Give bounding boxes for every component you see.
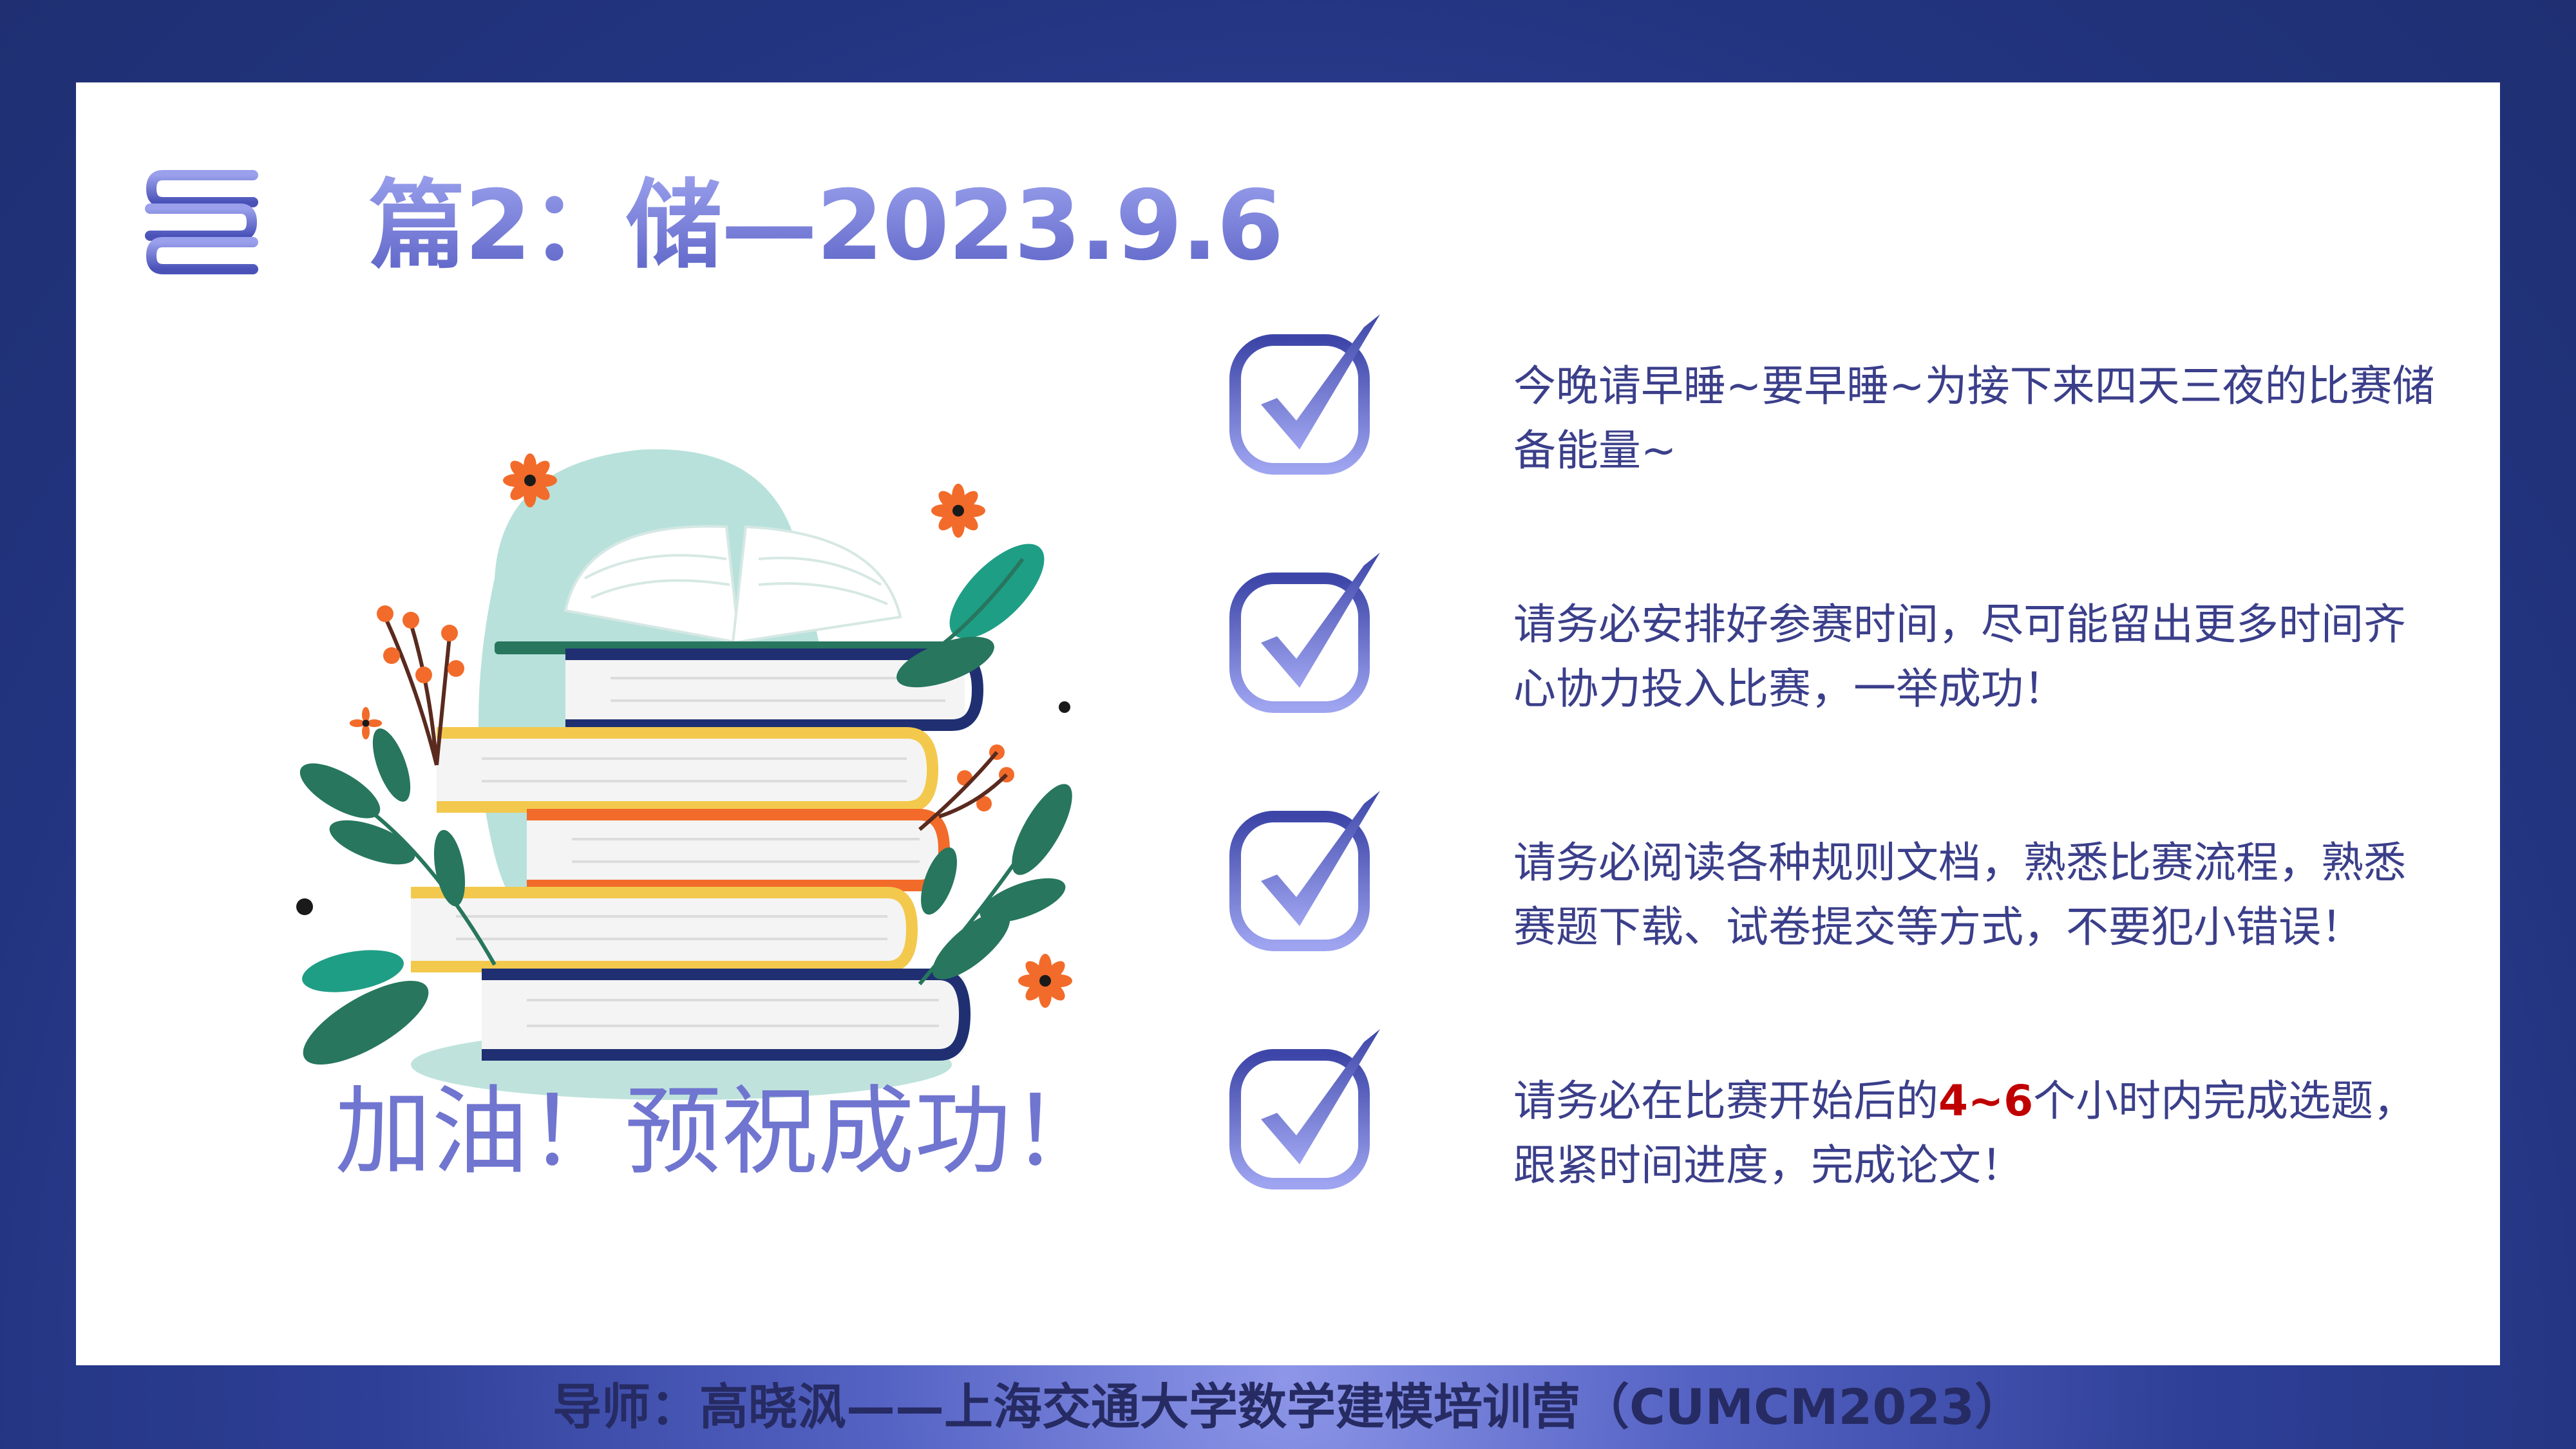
checkmark-box-icon (1229, 314, 1380, 475)
page-title: 篇2：储—2023.9.6 (369, 170, 1284, 282)
list-item-text: 请务必安排好参赛时间，尽可能留出更多时间齐心协力投入比赛，一举成功！ (1513, 600, 2406, 714)
time-highlight: 4~6 (1938, 1076, 2034, 1126)
book-stack-illustration (296, 449, 1072, 1100)
list-item-text: 今晚请早睡~要早睡~为接下来四天三夜的比赛储备能量~ (1513, 361, 2435, 475)
checkmark-box-icon (1229, 553, 1380, 713)
list-item: 今晚请早睡~要早睡~为接下来四天三夜的比赛储备能量~ (1216, 308, 2439, 501)
slide-card: 篇2：储—2023.9.6 加油！预祝成功！ 今晚请早睡~要早睡~为接下来四天三… (76, 82, 2500, 1365)
cheer-text: 加油！预祝成功！ (334, 1076, 1108, 1188)
title-row: 篇2：储—2023.9.6 (137, 158, 1296, 313)
list-item: 请务必在比赛开始后的4~6个小时内完成选题，跟紧时间进度，完成论文！ (1216, 1023, 2439, 1216)
list-item-text: 请务必阅读各种规则文档，熟悉比赛流程，熟悉赛题下载、试卷提交等方式，不要犯小错误… (1513, 838, 2406, 952)
footer-credit: 导师：高晓沨——上海交通大学数学建模培训营（CUMCM2023） (552, 1378, 2024, 1435)
list-item: 请务必阅读各种规则文档，熟悉比赛流程，熟悉赛题下载、试卷提交等方式，不要犯小错误… (1216, 784, 2439, 978)
checkmark-box-icon (1229, 1029, 1380, 1189)
stacked-books-icon (145, 170, 258, 274)
checkmark-box-icon (1229, 791, 1380, 951)
text-before: 请务必在比赛开始后的 (1513, 1076, 1938, 1126)
list-item-text: 请务必在比赛开始后的4~6个小时内完成选题，跟紧时间进度，完成论文！ (1513, 1069, 2441, 1198)
list-item: 请务必安排好参赛时间，尽可能留出更多时间齐心协力投入比赛，一举成功！ (1216, 546, 2439, 739)
